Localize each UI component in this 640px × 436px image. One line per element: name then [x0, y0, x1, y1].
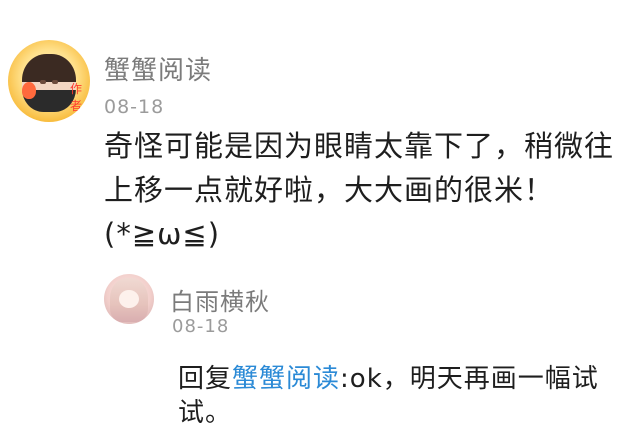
reply-author-name[interactable]: 白雨横秋 — [170, 282, 270, 317]
reply-text: 回复蟹蟹阅读:ok，明天再画一幅试试。 — [178, 362, 628, 430]
avatar-eye — [52, 80, 58, 84]
reply-timestamp: 08-18 — [172, 316, 230, 337]
comment-text: 奇怪可能是因为眼睛太靠下了，稍微往上移一点就好啦，大大画的很米！(*≧ω≦) — [104, 129, 615, 251]
mention-link[interactable]: 蟹蟹阅读 — [232, 364, 340, 394]
comment-author-name[interactable]: 蟹蟹阅读 — [104, 50, 212, 87]
author-avatar[interactable]: 作者 — [8, 40, 90, 122]
balloon-icon — [22, 82, 36, 99]
reply-prefix: 回复 — [178, 364, 233, 394]
avatar-eye — [40, 80, 46, 84]
author-badge: 作者 — [70, 82, 83, 113]
reply-avatar[interactable] — [104, 274, 154, 324]
avatar-face — [119, 290, 139, 308]
comment-timestamp: 08-18 — [104, 96, 165, 118]
